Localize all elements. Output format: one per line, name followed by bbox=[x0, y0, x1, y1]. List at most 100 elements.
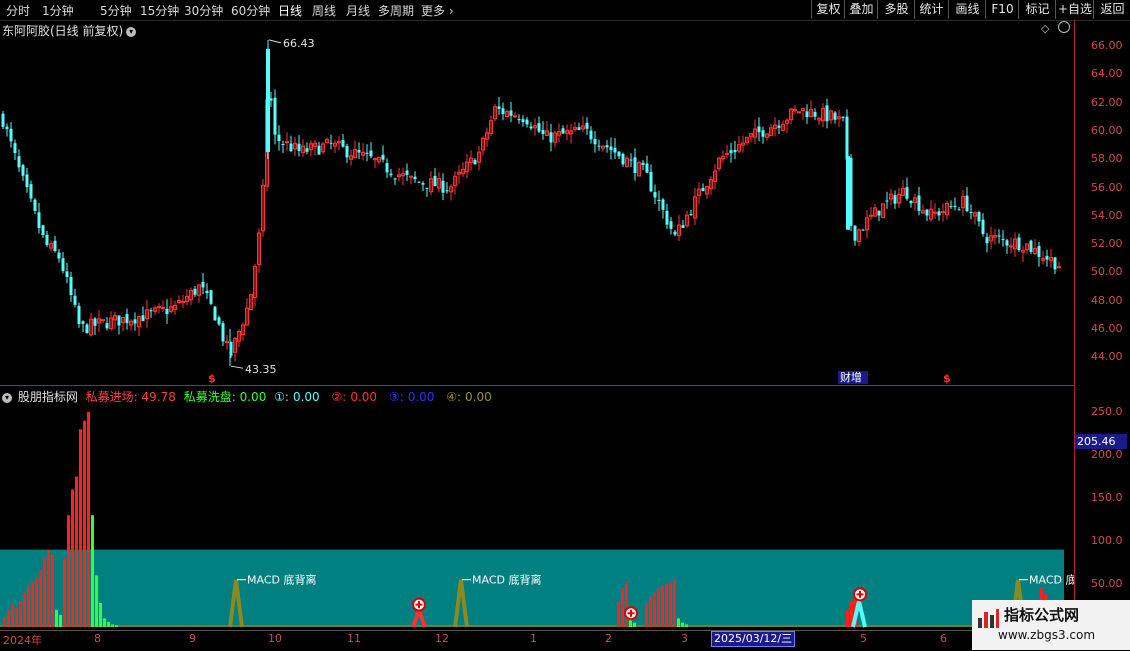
tab-more-label: 更多 bbox=[421, 4, 446, 18]
candle-body bbox=[381, 154, 385, 160]
candle-body bbox=[985, 236, 989, 244]
candle-body bbox=[937, 211, 941, 216]
tab-multi-period[interactable]: 多周期 bbox=[378, 2, 414, 19]
add-favorite-button[interactable]: +自选 bbox=[1055, 0, 1094, 19]
indicator-bar bbox=[67, 515, 70, 627]
candle-body bbox=[1, 113, 5, 127]
candle-body bbox=[537, 123, 541, 132]
indicator-v3: ①: 0.00 bbox=[274, 390, 324, 404]
candle-body bbox=[53, 240, 57, 252]
tab-5min[interactable]: 5分钟 bbox=[100, 2, 132, 19]
candle-body bbox=[357, 150, 361, 153]
low-price-label: 43.35 bbox=[245, 363, 277, 376]
indicator-bar bbox=[645, 602, 648, 627]
multi-stock-button[interactable]: 多股 bbox=[877, 0, 915, 19]
cursor-date-tag: 2025/03/12/三 bbox=[711, 631, 796, 647]
fuquan-button[interactable]: 复权 bbox=[811, 0, 845, 19]
candle-body bbox=[201, 281, 205, 288]
price-tick: 66.00 bbox=[1091, 39, 1123, 52]
indicator-v6: ④: 0.00 bbox=[446, 390, 496, 404]
indicator-bar bbox=[3, 616, 6, 627]
candle-body bbox=[65, 271, 69, 278]
candle-body bbox=[213, 306, 217, 321]
candle-body bbox=[205, 290, 209, 294]
tab-monthly[interactable]: 月线 bbox=[346, 2, 370, 19]
overlay-button[interactable]: 叠加 bbox=[844, 0, 878, 19]
candle-body bbox=[925, 209, 929, 216]
indicator-bar bbox=[31, 582, 34, 627]
candle-body bbox=[105, 323, 109, 329]
indicator-bar bbox=[11, 602, 14, 627]
tab-1min[interactable]: 1分钟 bbox=[42, 2, 74, 19]
indicator-bar bbox=[51, 554, 54, 627]
chevron-down-icon[interactable]: ▾ bbox=[2, 392, 12, 403]
statistics-button[interactable]: 统计 bbox=[914, 0, 948, 19]
tab-30min[interactable]: 30分钟 bbox=[184, 2, 223, 19]
candle-body bbox=[525, 119, 529, 125]
indicator-bar bbox=[71, 489, 74, 627]
panel-divider bbox=[0, 385, 1074, 386]
candle-body bbox=[917, 195, 921, 211]
draw-line-button[interactable]: 画线 bbox=[948, 0, 986, 19]
candle-body bbox=[725, 152, 729, 155]
candle-body bbox=[1029, 240, 1033, 252]
event-markers: $ $ 财增 bbox=[208, 370, 951, 385]
circle-3-icon: ③: bbox=[388, 390, 404, 404]
candle-body bbox=[957, 209, 961, 211]
candle-body bbox=[1005, 240, 1009, 246]
candle-body bbox=[589, 130, 593, 140]
candle-body bbox=[69, 276, 73, 296]
tab-timeshare[interactable]: 分时 bbox=[6, 2, 30, 19]
low-leader bbox=[230, 365, 244, 369]
f10-button[interactable]: F10 bbox=[985, 0, 1019, 19]
candle-body bbox=[777, 125, 781, 128]
high-leader bbox=[268, 39, 282, 44]
tab-60min[interactable]: 60分钟 bbox=[231, 2, 270, 19]
tab-15min[interactable]: 15分钟 bbox=[140, 2, 179, 19]
candle-body bbox=[57, 252, 61, 259]
candle-body bbox=[77, 305, 81, 324]
tab-daily[interactable]: 日线 bbox=[278, 2, 302, 19]
candle-body bbox=[673, 231, 677, 235]
indicator-bar bbox=[111, 624, 114, 627]
macd-label: MACD 底背离 bbox=[247, 573, 316, 587]
candle-body bbox=[125, 314, 129, 324]
indicator-bar bbox=[633, 622, 636, 627]
chevron-right-icon: › bbox=[445, 4, 454, 18]
candle-body bbox=[317, 145, 321, 155]
candle-body bbox=[845, 116, 849, 160]
candle-body bbox=[885, 200, 889, 202]
candle-body bbox=[1001, 238, 1005, 240]
tab-more[interactable]: 更多 › bbox=[421, 2, 454, 19]
candle-body bbox=[513, 115, 517, 118]
indicator-band bbox=[0, 549, 1064, 627]
indicator-tick: 150.0 bbox=[1091, 491, 1123, 504]
candle-body bbox=[617, 151, 621, 157]
indicator-v5-value: 0.00 bbox=[407, 390, 435, 404]
indicator-bar bbox=[681, 622, 684, 627]
price-tick: 56.00 bbox=[1091, 181, 1123, 194]
mark-button[interactable]: 标记 bbox=[1018, 0, 1056, 19]
candle-body bbox=[649, 171, 653, 192]
candle-body bbox=[273, 97, 277, 135]
candle-body bbox=[869, 214, 873, 217]
chart-canvas: 66.43 43.35 $ $ 财增 MACD 底背离 MACD 底背离 MACD … bbox=[0, 37, 1074, 628]
candle-body bbox=[33, 199, 37, 211]
back-button[interactable]: 返回 bbox=[1093, 0, 1130, 19]
candle-body bbox=[609, 146, 613, 151]
candle-body bbox=[733, 150, 737, 153]
candle-body bbox=[893, 195, 897, 204]
candle-body bbox=[85, 324, 89, 334]
candle-body bbox=[21, 165, 25, 176]
candle-body bbox=[149, 310, 153, 312]
tab-weekly[interactable]: 周线 bbox=[312, 2, 336, 19]
candle-body bbox=[953, 205, 957, 208]
candle-body bbox=[633, 157, 637, 174]
indicator-v6-value: 0.00 bbox=[465, 390, 492, 404]
price-tick: 54.00 bbox=[1091, 209, 1123, 222]
indicator-name[interactable]: 股朋指标网 bbox=[18, 390, 78, 404]
candle-body bbox=[165, 308, 169, 315]
indicator-bar bbox=[15, 608, 18, 627]
candle-body bbox=[425, 187, 429, 189]
indicator-bar bbox=[103, 618, 106, 627]
